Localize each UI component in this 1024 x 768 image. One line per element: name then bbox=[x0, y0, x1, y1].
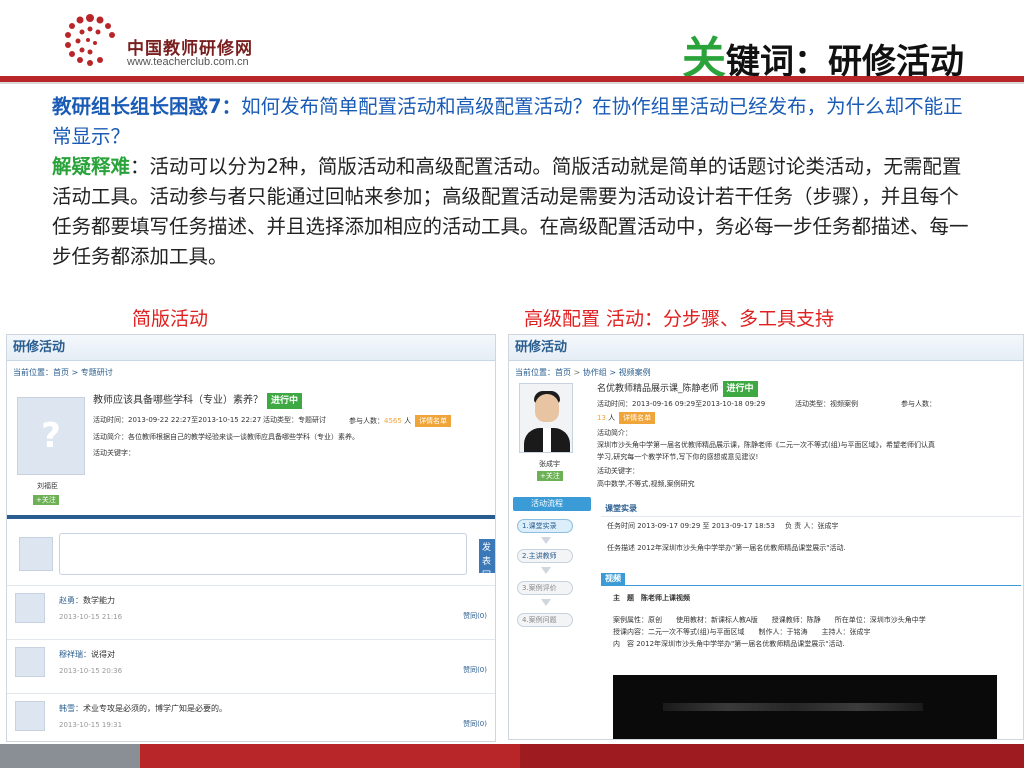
qa-text: 教研组长组长困惑7：如何发布简单配置活动和高级配置活动？在协作组里活动已经发布，… bbox=[52, 92, 972, 272]
activity-type: 活动类型：视频案例 bbox=[795, 400, 858, 408]
comment-text: 说得对 bbox=[91, 650, 115, 659]
activity-keywords[interactable]: 高中数学,不等式,视频,案例研究 bbox=[597, 479, 695, 489]
follow-button[interactable]: +关注 bbox=[33, 495, 59, 505]
activity-intro-1: 深圳市沙头角中学第一届名优教师精品展示课，陈静老师《二元一次不等式(组)与平面区… bbox=[597, 441, 935, 449]
teacher-name[interactable]: 张成宇 bbox=[539, 459, 560, 469]
video-player[interactable] bbox=[613, 675, 997, 739]
activity-intro: 活动简介：各位教师根据自己的教学经验来谈一谈教师应具备哪些学科（专业）素养。 bbox=[93, 433, 359, 441]
question-label: 教研组长组长困惑7： bbox=[52, 95, 242, 118]
site-logo[interactable]: 中国教师研修网 www.teacherclub.com.cn bbox=[55, 8, 285, 74]
comment-text: 术业专攻是必须的，博学广知是必要的。 bbox=[83, 704, 227, 713]
status-badge: 进行中 bbox=[267, 393, 303, 409]
comment-item: 赵勇：数学能力 2013-10-15 21:16 赞同(0) bbox=[15, 593, 495, 645]
my-avatar bbox=[19, 537, 53, 571]
caption-simple-activity: 简版活动 bbox=[132, 308, 209, 330]
join-count: 13 bbox=[597, 414, 606, 422]
answer-text: ：活动可以分为2种，简版活动和高级配置活动。简版活动就是简单的话题讨论类活动，无… bbox=[52, 155, 969, 268]
reply-input[interactable] bbox=[59, 533, 467, 575]
video-tab[interactable]: 视频 bbox=[601, 573, 625, 585]
status-badge: 进行中 bbox=[722, 381, 758, 397]
case-attributes: 案例属性：原创 使用教材：新课标人教A版 授课教师：陈静 所在单位：深圳市沙头角… bbox=[613, 616, 926, 624]
advanced-activity-screenshot: 研修活动 当前位置：首页 > 协作组 > 视频案例 张成宇 +关注 名优教师精品… bbox=[508, 334, 1024, 740]
crumb-home-link[interactable]: 首页 bbox=[53, 368, 69, 377]
follow-button[interactable]: +关注 bbox=[537, 471, 563, 481]
task-description: 任务描述 2012年深圳市沙头角中学举办"第一届名优教师精品课堂展示"活动. bbox=[607, 544, 846, 552]
activity-type: 活动类型：专题研讨 bbox=[263, 416, 326, 424]
arrow-down-icon bbox=[541, 599, 551, 606]
step-4[interactable]: 4.案例问题 bbox=[517, 613, 573, 627]
like-button[interactable]: 赞同(0) bbox=[463, 719, 487, 729]
section-title: 课堂实录 bbox=[605, 504, 637, 513]
logo-url: www.teacherclub.com.cn bbox=[127, 56, 249, 68]
logo-swirl-icon bbox=[65, 14, 115, 66]
activity-keywords: 活动关键字： bbox=[93, 449, 135, 457]
detail-list-button[interactable]: 详情名单 bbox=[415, 415, 452, 427]
crumb-home-link[interactable]: 首页 bbox=[555, 368, 571, 377]
like-button[interactable]: 赞同(0) bbox=[463, 611, 487, 621]
comment-avatar[interactable] bbox=[15, 701, 45, 731]
answer-label: 解疑释难 bbox=[52, 155, 131, 178]
topic-title[interactable]: 教师应该具备哪些学科（专业）素养？ bbox=[93, 395, 263, 406]
arrow-down-icon bbox=[541, 567, 551, 574]
crumb-group-link[interactable]: 协作组 bbox=[583, 368, 607, 377]
section-divider bbox=[7, 515, 495, 519]
activity-flow-panel: 活动流程 1.课堂实录 2.主讲教师 3.案例评价 4.案例问题 bbox=[513, 497, 591, 635]
right-page-title: 研修活动 bbox=[509, 335, 1023, 361]
activity-title[interactable]: 名优教师精品展示课_陈静老师 bbox=[597, 384, 719, 394]
caption-advanced-activity: 高级配置 活动：分步骤、多工具支持 bbox=[524, 308, 835, 330]
comment-author[interactable]: 韩雪： bbox=[59, 704, 83, 713]
comment-time: 2013-10-15 20:36 bbox=[59, 667, 123, 675]
case-content: 授课内容：二元一次不等式(组)与平面区域 制作人：于铭涛 主持人：张成宇 bbox=[613, 628, 871, 636]
comment-item: 韩雪：术业专攻是必须的，博学广知是必要的。 2013-10-15 19:31 赞… bbox=[15, 701, 495, 741]
activity-time: 活动时间：2013-09-16 09:29至2013-10-18 09:29 bbox=[597, 400, 766, 408]
publish-reply-button[interactable]: 发表回复 bbox=[479, 539, 495, 573]
arrow-down-icon bbox=[541, 537, 551, 544]
flow-title: 活动流程 bbox=[513, 497, 591, 511]
header-grey-line bbox=[0, 82, 1024, 84]
task-owner: 负 责 人：张成宇 bbox=[785, 522, 839, 530]
join-count: 4565 bbox=[384, 417, 402, 425]
comment-time: 2013-10-15 19:31 bbox=[59, 721, 123, 729]
detail-list-button[interactable]: 详情名单 bbox=[619, 412, 656, 424]
left-breadcrumb: 当前位置：首页 > 专题研讨 bbox=[13, 368, 113, 377]
comment-time: 2013-10-15 21:16 bbox=[59, 613, 123, 621]
comment-avatar[interactable] bbox=[15, 593, 45, 623]
right-breadcrumb: 当前位置：首页 > 协作组 > 视频案例 bbox=[515, 368, 651, 377]
video-title: 陈老师上课视频 bbox=[641, 594, 690, 602]
step-3[interactable]: 3.案例评价 bbox=[517, 581, 573, 595]
left-page-title: 研修活动 bbox=[7, 335, 495, 361]
author-name[interactable]: 刘福臣 bbox=[37, 481, 58, 491]
task-time: 任务时间 2013-09-17 09:29 至 2013-09-17 18:53 bbox=[607, 522, 775, 530]
footer-bar bbox=[0, 744, 1024, 768]
like-button[interactable]: 赞同(0) bbox=[463, 665, 487, 675]
author-avatar[interactable]: ? bbox=[17, 397, 85, 475]
teacher-photo[interactable] bbox=[519, 383, 573, 453]
comment-item: 穆祥瑞：说得对 2013-10-15 20:36 赞同(0) bbox=[15, 647, 495, 699]
comment-author[interactable]: 赵勇： bbox=[59, 596, 83, 605]
activity-intro-2: 学习,研究每一个教学环节,写下你的感想或意见建议! bbox=[597, 453, 759, 461]
comment-text: 数学能力 bbox=[83, 596, 115, 605]
case-body: 内 容 2012年深圳市沙头角中学举办"第一届名优教师精品课堂展示"活动. bbox=[613, 640, 845, 648]
comment-avatar[interactable] bbox=[15, 647, 45, 677]
simple-activity-screenshot: 研修活动 当前位置：首页 > 专题研讨 ? 刘福臣 +关注 教师应该具备哪些学科… bbox=[6, 334, 496, 742]
activity-time: 活动时间：2013-09-22 22:27至2013-10-15 22:27 bbox=[93, 416, 262, 424]
comment-author[interactable]: 穆祥瑞： bbox=[59, 650, 91, 659]
step-2[interactable]: 2.主讲教师 bbox=[517, 549, 573, 563]
step-1[interactable]: 1.课堂实录 bbox=[517, 519, 573, 533]
